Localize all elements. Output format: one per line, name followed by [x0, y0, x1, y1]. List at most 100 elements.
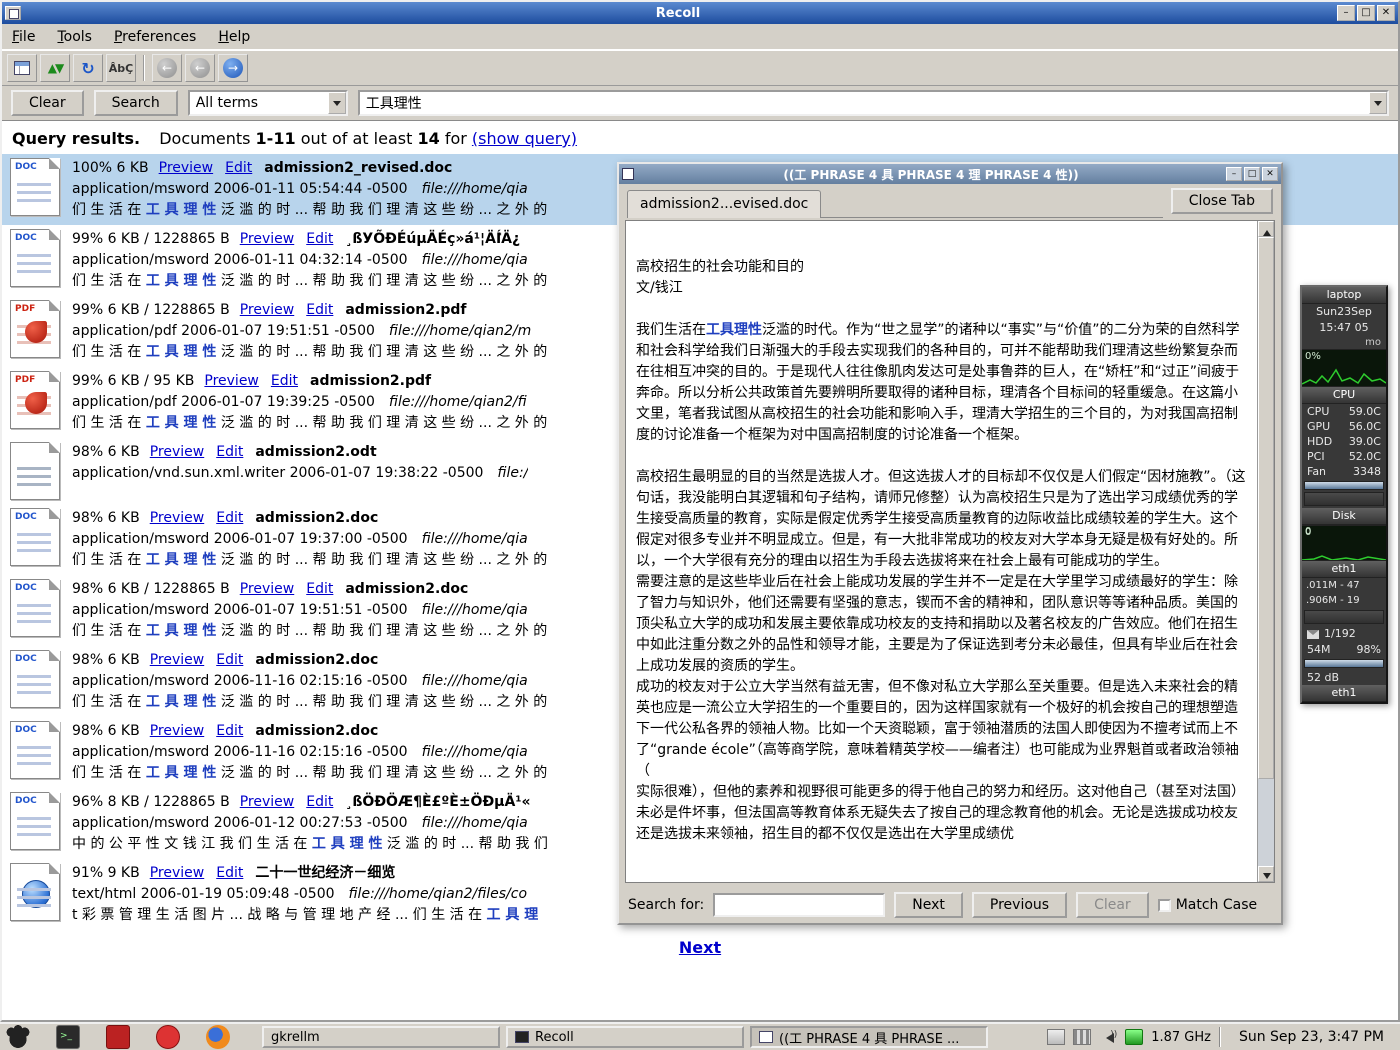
menu-tools[interactable]: Tools [57, 29, 92, 45]
history-chevron-icon[interactable] [1369, 92, 1387, 114]
menu-file[interactable]: File [12, 29, 35, 45]
menu-preferences[interactable]: Preferences [114, 29, 196, 45]
next-page-button[interactable]: → [218, 54, 248, 82]
edit-link[interactable]: Edit [306, 794, 333, 810]
preview-link[interactable]: Preview [240, 231, 295, 247]
clear-button[interactable]: Clear [11, 90, 84, 116]
volume-icon[interactable] [1099, 1029, 1117, 1045]
edit-link[interactable]: Edit [216, 865, 243, 881]
scroll-down-icon[interactable] [1258, 866, 1274, 882]
taskbar-task[interactable]: gkrellm [262, 1026, 500, 1048]
edit-link[interactable]: Edit [271, 373, 298, 389]
scrollbar-gutter[interactable] [1258, 779, 1274, 866]
preview-link[interactable]: Preview [150, 723, 205, 739]
preview-tab[interactable]: admission2...evised.doc [627, 190, 821, 218]
keyboard-layout-icon[interactable] [1047, 1029, 1065, 1045]
preview-link[interactable]: Preview [240, 302, 295, 318]
taskbar-task[interactable]: Recoll [506, 1026, 744, 1048]
close-icon[interactable]: ✕ [1377, 5, 1395, 21]
query-input[interactable] [360, 95, 1369, 111]
search-mode-select[interactable]: All terms [188, 90, 348, 116]
preview-segment: 需要注意的是这些毕业后在社会上能成功发展的学生并不一定是在大学里学习成绩最好的学… [636, 574, 1238, 674]
reload-button[interactable]: ↻ [73, 54, 103, 82]
result-text: 99% 6 KB / 1228865 BPreviewEditadmission… [72, 300, 547, 363]
edit-link[interactable]: Edit [306, 581, 333, 597]
scrollbar-thumb[interactable] [1258, 237, 1274, 779]
menu-help[interactable]: Help [218, 29, 250, 45]
search-button[interactable]: Search [94, 90, 178, 116]
match-case-checkbox[interactable] [1158, 899, 1171, 912]
page-line [17, 262, 51, 265]
chevron-down-icon[interactable] [328, 92, 346, 114]
result-mime: application/msword 2006-01-11 04:32:14 -… [72, 252, 408, 268]
page-line [17, 888, 51, 891]
preview-link[interactable]: Preview [150, 444, 205, 460]
package-red-launcher-icon[interactable] [156, 1025, 180, 1049]
gkrellm-hostname: laptop [1302, 287, 1386, 304]
taskbar-task[interactable]: ((工 PHRASE 4 具 PHRASE ... [750, 1026, 988, 1048]
preview-link[interactable]: Preview [204, 373, 259, 389]
result-url: file:///home/qian2/files/co [349, 886, 528, 902]
first-page-button[interactable]: ← [152, 54, 182, 82]
recoll-titlebar[interactable]: Recoll – □ ✕ [2, 2, 1398, 24]
result-text: 96% 8 KB / 1228865 BPreviewEdit¸ßÖÐÖÆ¶È£… [72, 792, 548, 855]
preview-titlebar[interactable]: ((工 PHRASE 4 具 PHRASE 4 理 PHRASE 4 性)) –… [619, 164, 1281, 184]
preview-minimize-icon[interactable]: – [1226, 167, 1242, 181]
edit-link[interactable]: Edit [216, 652, 243, 668]
table-view-button[interactable] [7, 54, 37, 82]
task-label: ((工 PHRASE 4 具 PHRASE ... [779, 1028, 959, 1047]
result-text: 98% 6 KBPreviewEditadmission2.docapplica… [72, 508, 547, 571]
maximize-icon[interactable]: □ [1357, 5, 1375, 21]
edit-link[interactable]: Edit [225, 160, 252, 176]
query-input-wrap [358, 90, 1389, 116]
edit-link[interactable]: Edit [216, 444, 243, 460]
show-query-link[interactable]: (show query) [472, 129, 577, 148]
snippet-segment: 们 生 活 在 [72, 344, 146, 360]
results-header: Query results. Documents 1-11 out of at … [2, 121, 1398, 154]
result-score: 99% 6 KB / 95 KB [72, 373, 194, 389]
edit-link[interactable]: Edit [306, 302, 333, 318]
doc-icon: DOC [10, 508, 60, 566]
preview-link[interactable]: Preview [150, 510, 205, 526]
result-score: 98% 6 KB [72, 723, 140, 739]
edit-link[interactable]: Edit [216, 723, 243, 739]
term-explorer-button[interactable]: ÂbÇ [106, 54, 136, 82]
preview-scrollbar[interactable] [1257, 221, 1274, 882]
firefox-launcher-icon[interactable] [206, 1025, 230, 1049]
find-input[interactable] [713, 893, 885, 917]
screen-red-launcher-icon[interactable] [106, 1025, 130, 1049]
prev-page-button[interactable]: ← [185, 54, 215, 82]
layout-grid-icon[interactable] [1073, 1029, 1091, 1045]
gk-spacer-panel [1304, 492, 1384, 506]
preview-text[interactable]: 高校招生的社会功能和目的文/钱江我们生活在工具理性泛滥的时代。作为“世之显学”的… [626, 221, 1257, 882]
preview-close-icon[interactable]: ✕ [1262, 167, 1278, 181]
result-mime: text/html 2006-01-19 05:09:48 -0500 [72, 886, 335, 902]
edit-link[interactable]: Edit [216, 510, 243, 526]
result-meta-line: application/msword 2006-01-07 19:51:51 -… [72, 600, 547, 621]
sort-button[interactable]: ▲▼ [40, 54, 70, 82]
preview-link[interactable]: Preview [150, 865, 205, 881]
close-tab-button[interactable]: Close Tab [1171, 188, 1273, 214]
find-next-button[interactable]: Next [894, 892, 963, 918]
next-results-link[interactable]: Next [2, 938, 1398, 957]
paw-launcher-icon[interactable] [6, 1025, 30, 1049]
preview-link[interactable]: Preview [150, 652, 205, 668]
preview-link[interactable]: Preview [159, 160, 214, 176]
result-title-line: 99% 6 KB / 1228865 BPreviewEdit¸ßУÕÐÉúµÄ… [72, 229, 547, 250]
find-previous-button[interactable]: Previous [972, 892, 1067, 918]
scroll-up-icon[interactable] [1258, 221, 1274, 237]
preview-maximize-icon[interactable]: □ [1244, 167, 1260, 181]
gkrellm-panel[interactable]: laptop Sun23Sep 15:47 05 mo 0% CPU CPU59… [1300, 285, 1388, 704]
edit-link[interactable]: Edit [306, 231, 333, 247]
terminal-launcher-icon[interactable] [56, 1025, 80, 1049]
preview-link[interactable]: Preview [240, 794, 295, 810]
result-title-line: 91% 9 KBPreviewEdit二十一世纪经济－细览 [72, 863, 538, 884]
window-menu-icon[interactable] [5, 6, 21, 20]
minimize-icon[interactable]: – [1337, 5, 1355, 21]
preview-link[interactable]: Preview [240, 581, 295, 597]
match-case-option[interactable]: Match Case [1158, 897, 1257, 913]
find-clear-button: Clear [1076, 892, 1149, 918]
result-url: file:///home/qia [422, 252, 528, 268]
power-plug-icon[interactable] [1125, 1029, 1143, 1045]
file-type-label: PDF [15, 375, 35, 385]
